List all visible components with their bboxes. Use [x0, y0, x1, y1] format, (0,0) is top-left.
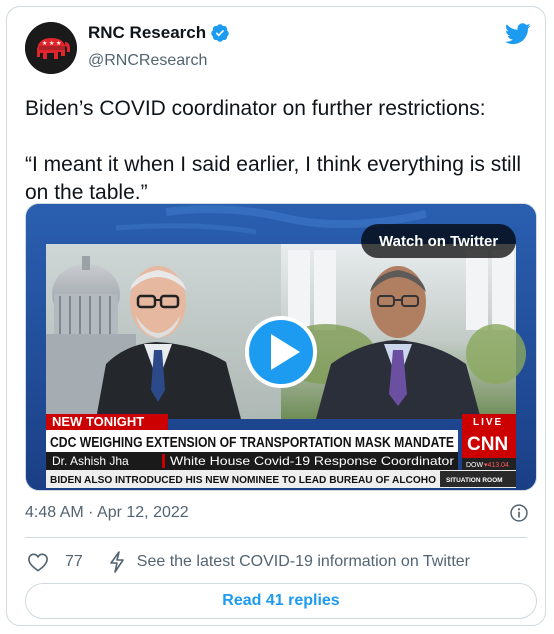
like-count: 77 — [65, 553, 83, 570]
tweet-text-line-2: “I meant it when I said earlier, I think… — [25, 153, 522, 204]
tweet-timestamp[interactable]: 4:48 AM · Apr 12, 2022 — [25, 504, 189, 522]
author-name[interactable]: RNC Research — [88, 23, 206, 43]
live-label: LIVE — [473, 417, 503, 428]
dow-label: DOW — [466, 462, 484, 469]
tweet-text-line-1: Biden’s COVID coordinator on further res… — [25, 97, 486, 120]
tweet-actions: 77 See the latest COVID-19 information o… — [27, 547, 470, 577]
covid-info-label: See the latest COVID-19 information on T… — [136, 553, 470, 570]
svg-text:★: ★ — [49, 40, 54, 47]
video-player[interactable]: NEW TONIGHT CDC WEIGHING EXTENSION OF TR… — [25, 203, 537, 491]
like-button[interactable]: 77 — [27, 552, 83, 572]
chyron-headline: CDC WEIGHING EXTENSION OF TRANSPORTATION… — [50, 435, 454, 451]
lightning-bolt-icon — [109, 551, 124, 573]
left-panel-anchor — [46, 244, 281, 419]
chyron-new-tonight: NEW TONIGHT — [52, 414, 144, 429]
rnc-elephant-logo: ★ ★ ★ — [25, 22, 77, 74]
author-handle[interactable]: @RNCResearch — [88, 52, 207, 70]
twitter-bird-icon[interactable] — [505, 23, 531, 45]
svg-text:★: ★ — [42, 40, 47, 47]
watch-on-twitter-label: Watch on Twitter — [379, 232, 499, 250]
tweet-text: Biden’s COVID coordinator on further res… — [25, 95, 535, 207]
read-replies-button[interactable]: Read 41 replies — [25, 583, 537, 619]
avatar[interactable]: ★ ★ ★ — [25, 22, 77, 74]
divider — [25, 537, 527, 538]
dow-value: ▾413.04 — [484, 462, 509, 469]
verified-badge-icon — [211, 24, 229, 42]
guest-name: Dr. Ashish Jha — [52, 454, 129, 468]
show-bug: SITUATION ROOM — [446, 477, 503, 484]
tweet-card: ★ ★ ★ RNC Research @RNCResearch Biden’s … — [6, 6, 546, 626]
right-panel-guest — [276, 244, 526, 419]
play-button — [245, 316, 317, 388]
info-icon[interactable] — [509, 503, 529, 523]
guest-title: White House Covid-19 Response Coordinato… — [170, 454, 454, 468]
ticker-text: BIDEN ALSO INTRODUCED HIS NEW NOMINEE TO… — [50, 474, 436, 486]
svg-text:★: ★ — [56, 40, 61, 47]
cnn-logo: CNN — [467, 434, 508, 455]
heart-icon — [28, 553, 48, 572]
covid-info-link[interactable]: See the latest COVID-19 information on T… — [109, 551, 470, 573]
author-name-row[interactable]: RNC Research — [88, 23, 230, 43]
watch-on-twitter-button[interactable]: Watch on Twitter — [361, 224, 517, 258]
read-replies-label: Read 41 replies — [222, 592, 340, 609]
